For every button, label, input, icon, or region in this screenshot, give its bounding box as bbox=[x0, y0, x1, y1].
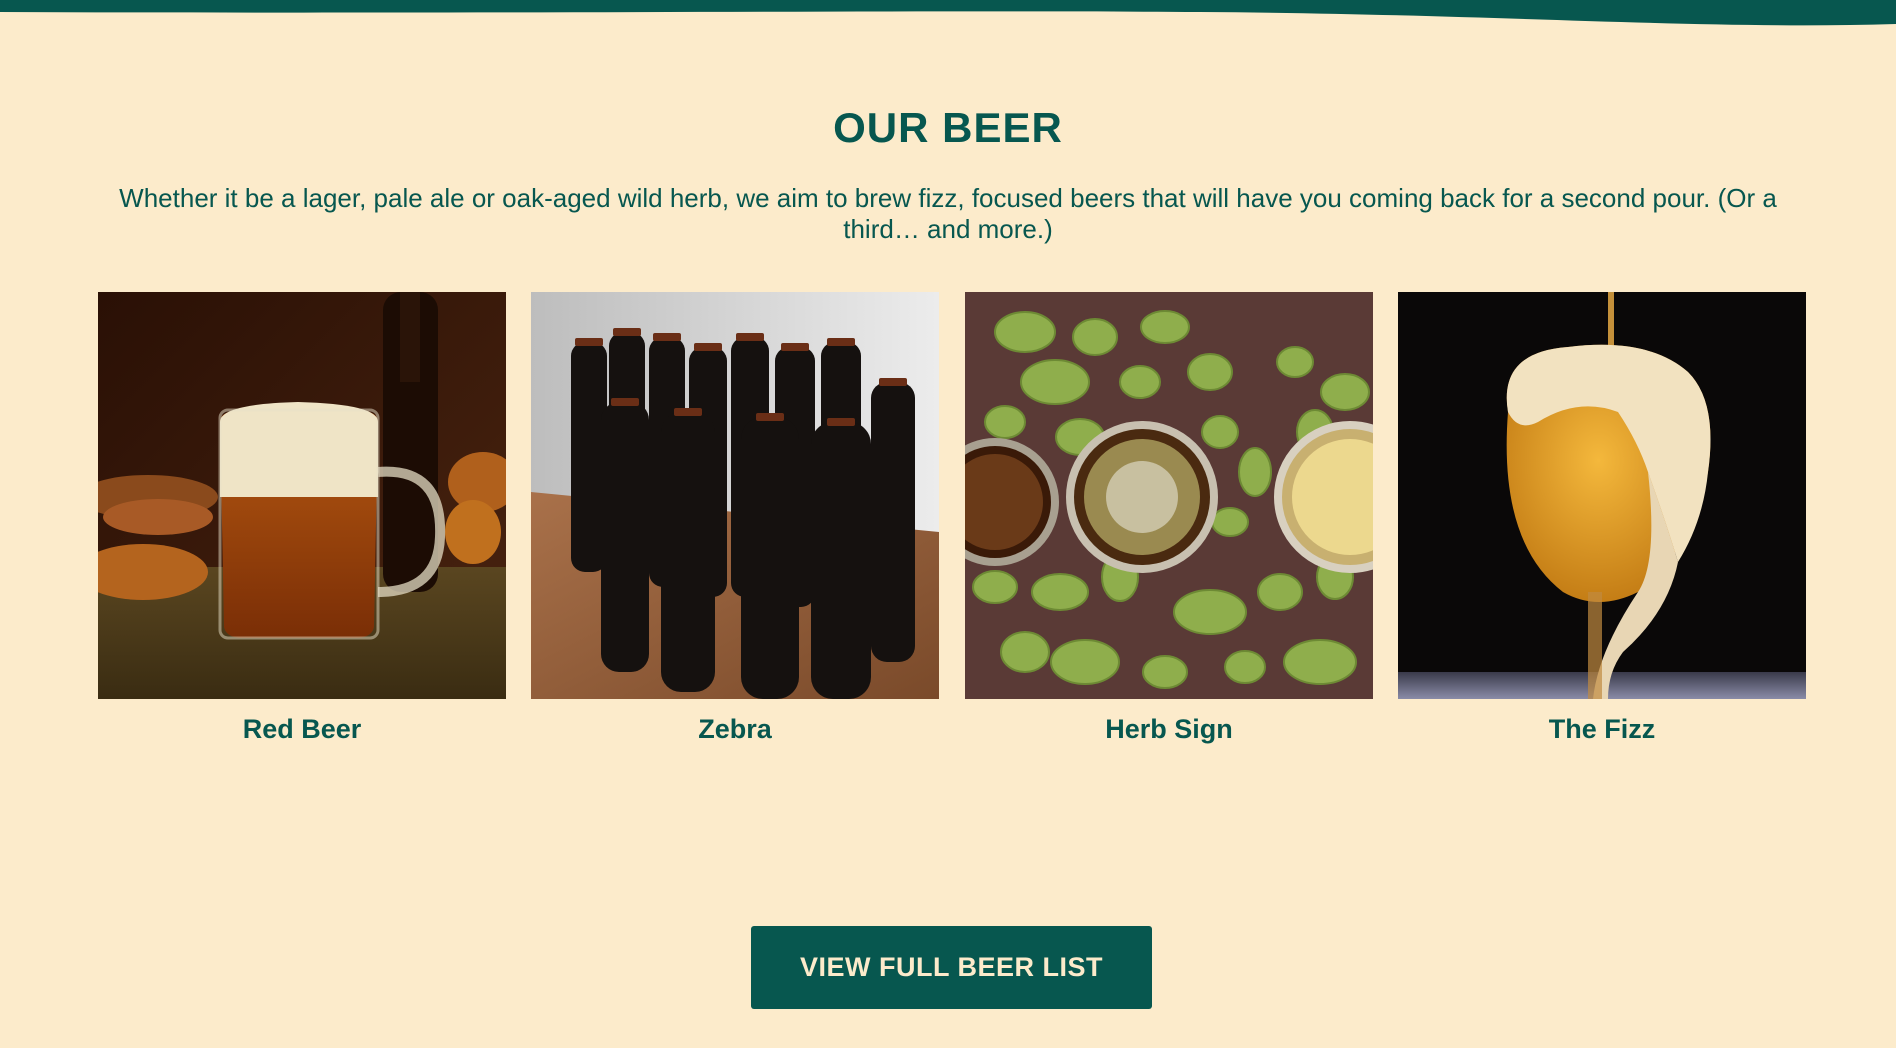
view-full-beer-list-button[interactable]: VIEW FULL BEER LIST bbox=[751, 926, 1152, 1009]
beer-section-page: OUR BEER Whether it be a lager, pale ale… bbox=[0, 0, 1896, 1048]
beer-pour-glass-image[interactable] bbox=[1398, 292, 1806, 699]
beer-name[interactable]: The Fizz bbox=[1398, 714, 1806, 745]
beer-name[interactable]: Herb Sign bbox=[965, 714, 1373, 745]
beer-mug-image[interactable] bbox=[98, 292, 506, 699]
beer-name[interactable]: Zebra bbox=[531, 714, 939, 745]
section-title: OUR BEER bbox=[833, 104, 1063, 151]
hops-and-beer-glasses-image[interactable] bbox=[965, 292, 1373, 699]
beer-card-zebra[interactable]: Zebra bbox=[531, 292, 939, 745]
top-wave-divider bbox=[0, 0, 1896, 26]
beer-card-red-beer[interactable]: Red Beer bbox=[98, 292, 506, 745]
section-intro: Whether it be a lager, pale ale or oak-a… bbox=[119, 183, 1777, 244]
beer-card-herb-sign[interactable]: Herb Sign bbox=[965, 292, 1373, 745]
beer-name[interactable]: Red Beer bbox=[98, 714, 506, 745]
beer-bottles-image[interactable] bbox=[531, 292, 939, 699]
beer-card-the-fizz[interactable]: The Fizz bbox=[1398, 292, 1806, 745]
